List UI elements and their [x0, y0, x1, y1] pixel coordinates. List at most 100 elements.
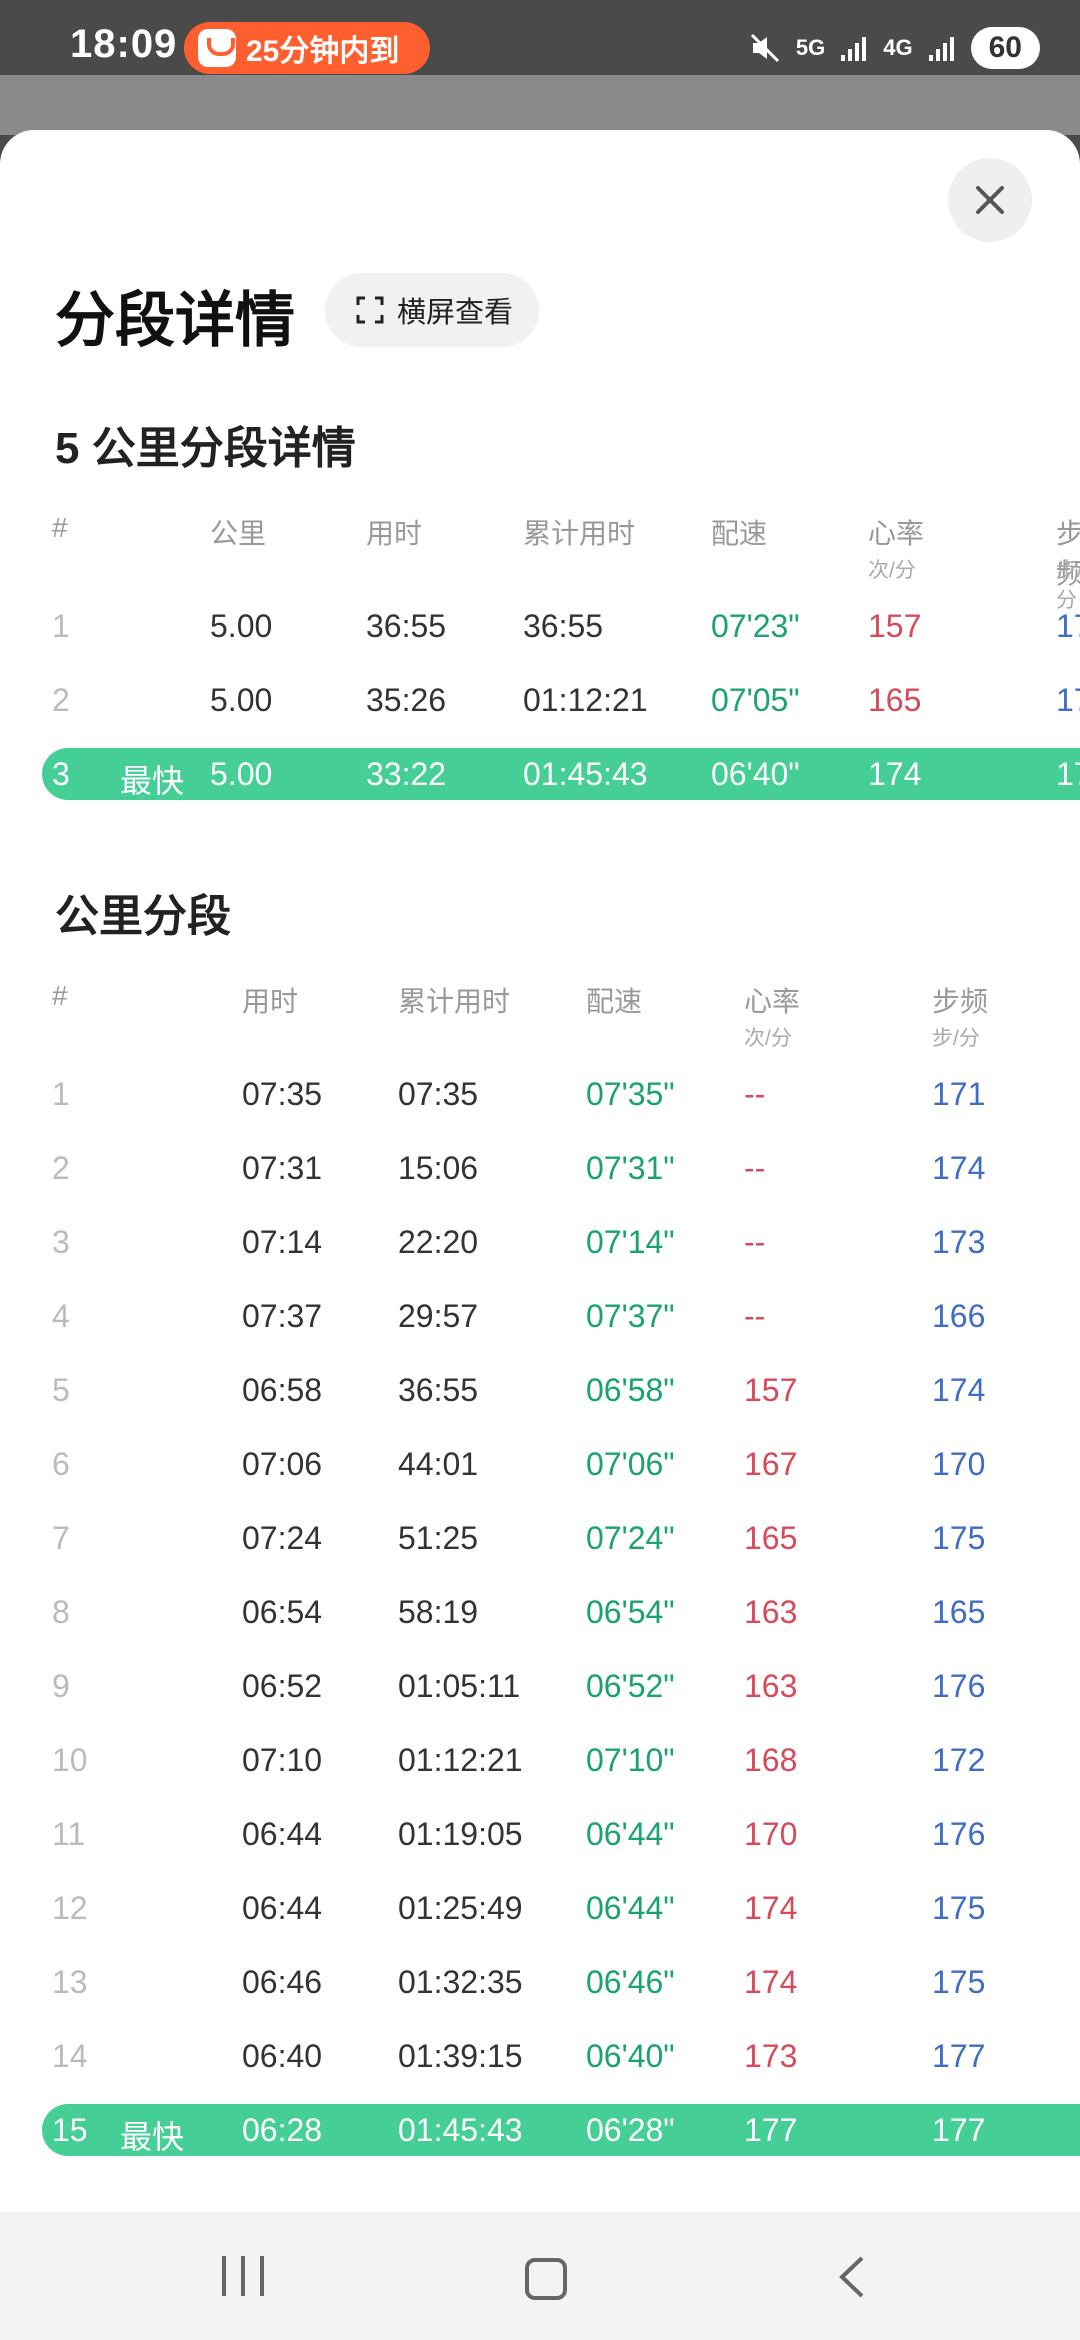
row-pace: 07'24"	[586, 1520, 675, 1556]
row-heart-rate: 165	[744, 1520, 798, 1556]
col-header-pace: 配速	[711, 518, 768, 549]
row-heart-rate: 157	[868, 608, 922, 644]
row-cadence: 174	[932, 1372, 986, 1408]
promo-pill[interactable]: 25分钟内到	[184, 22, 430, 74]
col-header-km: 公里	[210, 518, 267, 549]
row-cumulative: 36:55	[523, 608, 604, 644]
back-icon	[839, 2256, 864, 2298]
close-button[interactable]	[948, 158, 1032, 242]
row-cumulative: 01:39:15	[398, 2038, 523, 2074]
row-heart-rate: --	[744, 1076, 766, 1112]
back-button[interactable]	[832, 2252, 872, 2302]
row-pace: 07'06"	[586, 1446, 675, 1482]
col-header-cadence: 步频	[932, 986, 989, 1017]
close-icon	[976, 186, 1004, 214]
row-time: 07:35	[242, 1076, 323, 1112]
landscape-view-label: 横屏查看	[397, 297, 514, 329]
fastest-row-highlight: 3 最快 5.00 33:22 01:45:43 06'40" 174 17	[42, 748, 1080, 800]
row-index: 15	[52, 2112, 88, 2148]
row-index: 14	[52, 2038, 88, 2074]
row-time: 06:54	[242, 1594, 323, 1630]
row-cadence: 176	[932, 1668, 986, 1704]
promo-text: 25分钟内到	[246, 35, 400, 68]
row-cumulative: 44:01	[398, 1446, 479, 1482]
row-heart-rate: 174	[868, 756, 922, 792]
shopping-bag-icon	[198, 29, 236, 67]
row-cumulative: 36:55	[398, 1372, 479, 1408]
row-index: 13	[52, 1964, 88, 2000]
row-heart-rate: 163	[744, 1668, 798, 1704]
row-cadence: 177	[932, 2112, 986, 2148]
col-header-heart-rate: 心率	[868, 518, 925, 549]
col-header-index: #	[52, 980, 68, 1011]
row-cadence: 176	[932, 1816, 986, 1852]
signal-icon	[841, 37, 867, 61]
row-index: 6	[52, 1446, 70, 1482]
row-time: 36:55	[366, 608, 447, 644]
row-cadence: 165	[932, 1594, 986, 1630]
row-km: 5.00	[210, 756, 273, 792]
row-heart-rate: --	[744, 1150, 766, 1186]
row-cumulative: 01:12:21	[523, 682, 648, 718]
recent-apps-button[interactable]	[222, 2256, 264, 2296]
row-index: 9	[52, 1668, 70, 1704]
row-index: 12	[52, 1890, 88, 1926]
row-cumulative: 01:12:21	[398, 1742, 523, 1778]
row-heart-rate: --	[744, 1224, 766, 1260]
row-cadence: 170	[932, 1446, 986, 1482]
col-header-cumulative: 累计用时	[523, 518, 636, 549]
network-4g-label: 4G	[883, 35, 913, 60]
system-nav-bar	[0, 2212, 1080, 2340]
row-cumulative: 01:19:05	[398, 1816, 523, 1852]
row-cadence: 17	[1056, 608, 1080, 644]
row-cadence: 175	[932, 1890, 986, 1926]
col-header-heart-rate: 心率	[744, 986, 801, 1017]
battery-indicator: 60	[970, 27, 1040, 69]
row-time: 06:46	[242, 1964, 323, 2000]
row-time: 06:52	[242, 1668, 323, 1704]
row-time: 07:31	[242, 1150, 323, 1186]
network-5g-label: 5G	[795, 35, 826, 60]
row-time: 07:37	[242, 1298, 323, 1334]
row-cadence: 173	[932, 1224, 986, 1260]
row-index: 3	[52, 756, 70, 792]
row-index: 1	[52, 1076, 70, 1112]
row-heart-rate: 173	[744, 2038, 798, 2074]
row-pace: 06'44"	[586, 1890, 675, 1926]
row-time: 06:58	[242, 1372, 323, 1408]
row-index: 2	[52, 682, 70, 718]
row-heart-rate: 163	[744, 1594, 798, 1630]
row-time: 35:26	[366, 682, 447, 718]
row-cumulative: 58:19	[398, 1594, 479, 1630]
row-cumulative: 15:06	[398, 1150, 479, 1186]
row-index: 8	[52, 1594, 70, 1630]
row-cadence: 17	[1056, 682, 1080, 718]
row-cumulative: 07:35	[398, 1076, 479, 1112]
five-km-section-title: 5 公里分段详情	[55, 424, 356, 473]
signal-icon-2	[928, 37, 954, 61]
row-km: 5.00	[210, 682, 273, 718]
home-button[interactable]	[525, 2258, 567, 2300]
row-time: 06:40	[242, 2038, 323, 2074]
status-time: 18:09	[70, 22, 178, 66]
row-cadence: 17	[1056, 756, 1080, 792]
row-pace: 07'35"	[586, 1076, 675, 1112]
row-pace: 06'54"	[586, 1594, 675, 1630]
row-cumulative: 22:20	[398, 1224, 479, 1260]
row-km: 5.00	[210, 608, 273, 644]
row-heart-rate: 157	[744, 1372, 798, 1408]
row-cadence: 175	[932, 1520, 986, 1556]
cadence-unit: 步/分	[1056, 559, 1080, 612]
dimmed-background	[0, 75, 1080, 135]
row-cumulative: 01:25:49	[398, 1890, 523, 1926]
row-heart-rate: 168	[744, 1742, 798, 1778]
row-pace: 06'40"	[711, 756, 800, 792]
row-heart-rate: 165	[868, 682, 922, 718]
mute-icon	[750, 33, 779, 63]
landscape-view-button[interactable]: 横屏查看	[325, 273, 539, 347]
row-pace: 06'44"	[586, 1816, 675, 1852]
col-header-time: 用时	[242, 986, 299, 1017]
row-pace: 07'14"	[586, 1224, 675, 1260]
page-title: 分段详情	[55, 287, 295, 354]
row-cumulative: 01:05:11	[398, 1668, 521, 1704]
